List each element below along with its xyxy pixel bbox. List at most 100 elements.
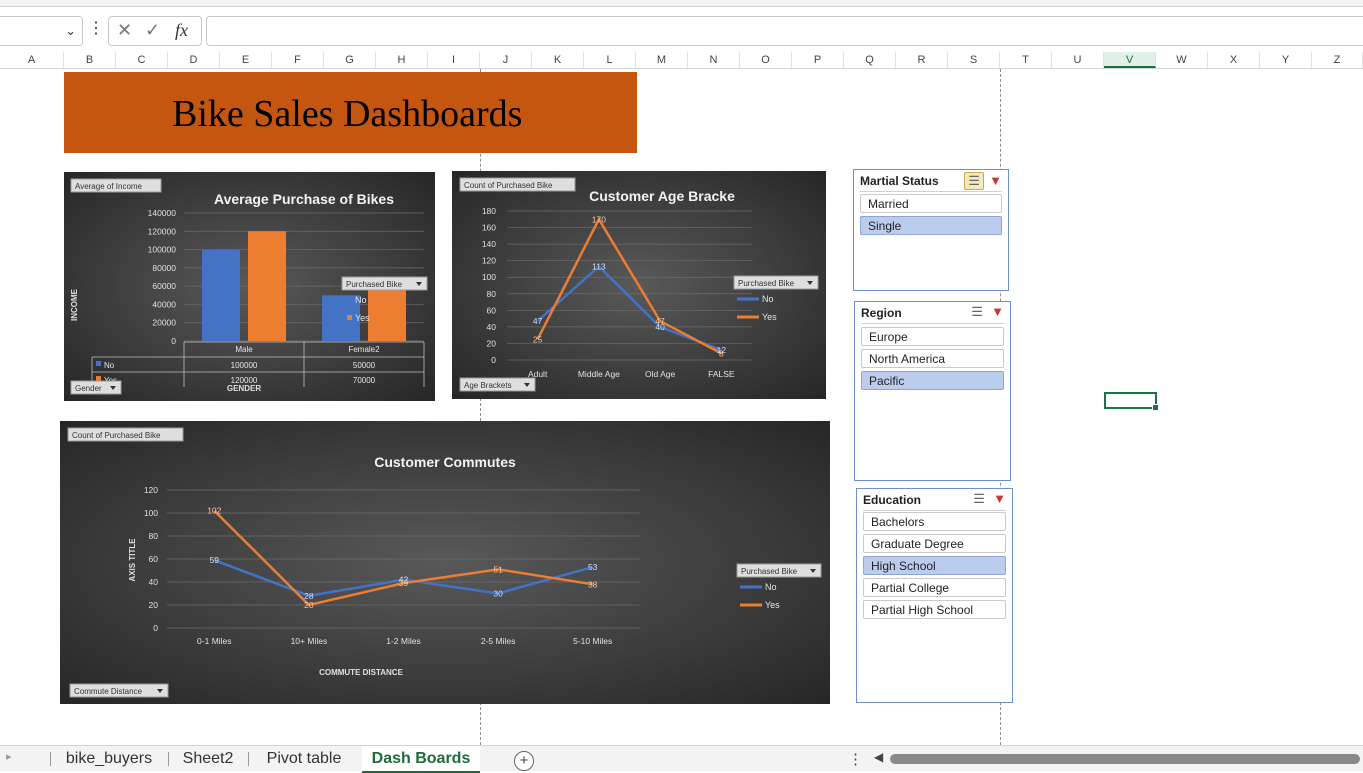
field-button-age-brackets-label: Age Brackets bbox=[464, 381, 512, 390]
sheet-tab-dash-boards[interactable]: Dash Boards bbox=[362, 746, 480, 773]
y-tick-label: 180 bbox=[482, 206, 496, 216]
field-button-count-purchased-label: Count of Purchased Bike bbox=[72, 431, 161, 440]
chart-title: Average Purchase of Bikes bbox=[214, 191, 394, 207]
category-label: 1-2 Miles bbox=[386, 636, 420, 646]
column-header-a[interactable]: A bbox=[0, 52, 64, 68]
slicer-item-europe[interactable]: Europe bbox=[861, 327, 1004, 346]
column-header-g[interactable]: G bbox=[324, 52, 376, 68]
slicer-item-partial-high-school[interactable]: Partial High School bbox=[863, 600, 1006, 619]
multi-select-icon[interactable]: ☰ bbox=[968, 304, 986, 320]
column-header-c[interactable]: C bbox=[116, 52, 168, 68]
y-tick-label: 100000 bbox=[148, 245, 177, 255]
chevron-down-icon[interactable]: ⌄ bbox=[65, 23, 76, 39]
column-header-k[interactable]: K bbox=[532, 52, 584, 68]
slicer-item-partial-college[interactable]: Partial College bbox=[863, 578, 1006, 597]
slicer-title: Martial Status bbox=[860, 174, 939, 188]
y-tick-label: 0 bbox=[491, 355, 496, 365]
column-header-b[interactable]: B bbox=[64, 52, 116, 68]
multi-select-icon[interactable]: ☰ bbox=[964, 172, 985, 190]
y-tick-label: 100 bbox=[482, 272, 496, 282]
column-header-x[interactable]: X bbox=[1208, 52, 1260, 68]
formula-input[interactable] bbox=[206, 16, 1363, 46]
column-header-t[interactable]: T bbox=[1000, 52, 1052, 68]
y-tick-label: 140000 bbox=[148, 208, 177, 218]
more-options-icon[interactable]: ⋮ bbox=[848, 750, 863, 768]
slicer-title: Education bbox=[863, 493, 922, 507]
category-label: 0-1 Miles bbox=[197, 636, 231, 646]
field-button-commute-distance[interactable]: Commute Distance bbox=[69, 683, 169, 698]
add-sheet-button[interactable]: + bbox=[514, 751, 534, 771]
tab-separator bbox=[168, 752, 169, 766]
clear-filter-icon[interactable]: ▼ bbox=[991, 304, 1004, 319]
horizontal-scrollbar[interactable] bbox=[890, 754, 1360, 764]
column-header-h[interactable]: H bbox=[376, 52, 428, 68]
column-header-r[interactable]: R bbox=[896, 52, 948, 68]
scroll-left-icon[interactable]: ◀ bbox=[874, 750, 883, 764]
insert-function-icon[interactable]: fx bbox=[175, 20, 188, 41]
field-button-average-income[interactable]: Average of Income bbox=[70, 178, 162, 193]
legend-button-purchased-bike[interactable]: Purchased Bike bbox=[733, 275, 819, 290]
column-header-q[interactable]: Q bbox=[844, 52, 896, 68]
legend-button-purchased-bike[interactable]: Purchased Bike bbox=[341, 276, 428, 291]
column-header-z[interactable]: Z bbox=[1312, 52, 1363, 68]
slicer-item-single[interactable]: Single bbox=[860, 216, 1002, 235]
tab-scroll-left-icon[interactable]: ▸ bbox=[6, 750, 12, 763]
multi-select-icon[interactable]: ☰ bbox=[970, 491, 988, 507]
slicer-item-north-america[interactable]: North America bbox=[861, 349, 1004, 368]
y-axis-label: AXIS TITLE bbox=[128, 538, 137, 582]
y-tick-label: 60 bbox=[487, 305, 497, 315]
column-header-j[interactable]: J bbox=[480, 52, 532, 68]
legend-button-purchased-bike[interactable]: Purchased Bike bbox=[736, 563, 822, 578]
column-header-f[interactable]: F bbox=[272, 52, 324, 68]
column-header-w[interactable]: W bbox=[1156, 52, 1208, 68]
slicer-divider bbox=[860, 191, 1002, 192]
slicer-item-bachelors[interactable]: Bachelors bbox=[863, 512, 1006, 531]
column-header-p[interactable]: P bbox=[792, 52, 844, 68]
field-button-age-brackets[interactable]: Age Brackets bbox=[459, 377, 536, 392]
legend-label-yes: Yes bbox=[355, 313, 370, 323]
income-bar-chart[interactable]: Average Purchase of Bikes Average of Inco… bbox=[64, 172, 435, 401]
field-button-gender[interactable]: Gender bbox=[70, 380, 122, 395]
sheet-tab-bike-buyers[interactable]: bike_buyers bbox=[55, 746, 163, 771]
sheet-tab-sheet2[interactable]: Sheet2 bbox=[173, 746, 243, 771]
cancel-icon[interactable]: ✕ bbox=[117, 20, 132, 41]
data-label-yes: 47 bbox=[655, 316, 665, 326]
column-header-s[interactable]: S bbox=[948, 52, 1000, 68]
slicer-martial-status[interactable]: Martial Status ☰ ▼ Married Single bbox=[853, 169, 1009, 291]
column-header-d[interactable]: D bbox=[168, 52, 220, 68]
bar-no-male bbox=[202, 249, 240, 341]
series-line-yes bbox=[536, 216, 722, 355]
name-box[interactable]: ⌄ bbox=[0, 16, 83, 46]
field-button-count-purchased[interactable]: Count of Purchased Bike bbox=[67, 427, 184, 442]
enter-icon[interactable]: ✓ bbox=[145, 20, 160, 41]
bar-yes-male bbox=[248, 231, 286, 341]
category-label: Female2 bbox=[348, 345, 380, 354]
column-header-l[interactable]: L bbox=[584, 52, 636, 68]
clear-filter-icon[interactable]: ▼ bbox=[989, 173, 1002, 188]
field-button-count-purchased[interactable]: Count of Purchased Bike bbox=[459, 177, 576, 192]
column-header-e[interactable]: E bbox=[220, 52, 272, 68]
more-options-icon[interactable]: ⋮ bbox=[88, 18, 104, 38]
age-line-chart[interactable]: Customer Age Bracke Count of Purchased Bi… bbox=[452, 171, 826, 399]
slicer-item-pacific[interactable]: Pacific bbox=[861, 371, 1004, 390]
slicer-item-high-school[interactable]: High School bbox=[863, 556, 1006, 575]
column-header-m[interactable]: M bbox=[636, 52, 688, 68]
sheet-tab-pivot-table[interactable]: Pivot table bbox=[254, 746, 354, 771]
column-header-y[interactable]: Y bbox=[1260, 52, 1312, 68]
active-cell[interactable] bbox=[1104, 392, 1159, 411]
slicer-education[interactable]: Education ☰ ▼ Bachelors Graduate Degree Hig… bbox=[856, 488, 1013, 703]
field-button-gender-label: Gender bbox=[75, 384, 102, 393]
column-header-i[interactable]: I bbox=[428, 52, 480, 68]
dashboard-banner[interactable]: Bike Sales Dashboards bbox=[64, 72, 637, 153]
y-tick-label: 0 bbox=[153, 623, 158, 633]
column-header-n[interactable]: N bbox=[688, 52, 740, 68]
column-header-u[interactable]: U bbox=[1052, 52, 1104, 68]
slicer-region[interactable]: Region ☰ ▼ Europe North America Pacific bbox=[854, 301, 1011, 481]
column-header-o[interactable]: O bbox=[740, 52, 792, 68]
fill-handle[interactable] bbox=[1152, 404, 1159, 411]
clear-filter-icon[interactable]: ▼ bbox=[993, 491, 1006, 506]
slicer-item-married[interactable]: Married bbox=[860, 194, 1002, 213]
slicer-item-graduate-degree[interactable]: Graduate Degree bbox=[863, 534, 1006, 553]
commute-line-chart[interactable]: Customer Commutes Count of Purchased Bike… bbox=[60, 421, 830, 704]
column-header-v[interactable]: V bbox=[1104, 52, 1156, 68]
